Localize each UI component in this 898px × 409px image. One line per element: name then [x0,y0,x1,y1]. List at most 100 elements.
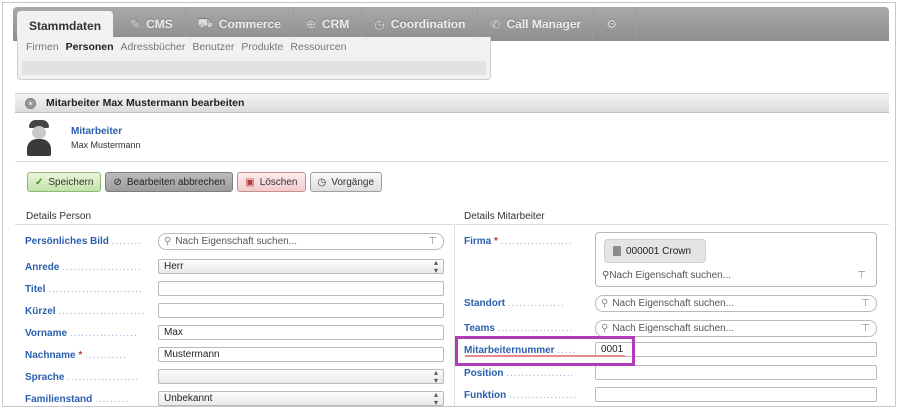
user-info: Mitarbeiter Max Mustermann [15,114,889,162]
trash-icon: ▣ [245,176,255,188]
standort-search-input[interactable]: ⚲ Nach Eigenschaft suchen... ⊤ [595,295,877,312]
firma-field[interactable]: 000001 Crown ⚲ Nach Eigenschaft suchen..… [595,232,877,287]
bild-search-placeholder: Nach Eigenschaft suchen... [175,236,298,247]
search-icon: ⚲ [164,236,172,247]
filter-icon[interactable]: ⊤ [857,270,866,281]
main-nav: Stammdaten ✎ CMS ⛟ Commerce ⊕ CRM ◷ Coordina… [13,7,889,41]
filter-icon[interactable]: ⊤ [861,298,870,309]
subnav-item-adressbuecher[interactable]: Adressbücher [121,41,186,53]
firma-search-input[interactable]: ⚲ Nach Eigenschaft suchen... ⊤ [602,268,870,282]
tab-call-manager[interactable]: ✆ Call Manager [478,7,595,41]
subnav-item-benutzer[interactable]: Benutzer [192,41,234,53]
tab-crm-label: CRM [321,17,350,31]
label-nachname: Nachname * ........... [25,350,127,361]
kuerzel-input[interactable] [158,303,444,318]
subnav-item-firmen[interactable]: Firmen [26,41,59,53]
titel-input[interactable] [158,281,444,296]
panel-header: Mitarbeiter Max Mustermann bearbeiten [15,93,889,113]
clock-icon: ◷ [317,176,327,188]
cart-icon: ⛟ [197,16,213,30]
phone-icon: ✆ [490,17,501,31]
label-standort: Standort ............... [464,298,565,309]
subnav-item-ressourcen[interactable]: Ressourcen [290,41,346,53]
label-sprache: Sprache ................... [25,372,140,383]
tab-cms-label: CMS [146,17,173,31]
label-titel: Titel ......................... [25,284,143,295]
nachname-value: Mustermann [164,349,220,360]
tab-commerce[interactable]: ⛟ Commerce [186,7,294,41]
avatar [25,118,53,156]
panel-title: Mitarbeiter Max Mustermann bearbeiten [46,97,245,109]
cancel-edit-button[interactable]: ⊘ Bearbeiten abbrechen [105,172,234,192]
vorname-input[interactable]: Max [158,325,444,340]
firma-chip[interactable]: 000001 Crown [604,239,706,263]
label-bild: Persönliches Bild ........ [25,236,142,247]
edit-icon: ✎ [130,17,141,31]
standort-search-placeholder: Nach Eigenschaft suchen... [612,298,735,309]
cancel-edit-button-label: Bearbeiten abbrechen [126,176,226,188]
tab-coordination[interactable]: ◷ Coordination [362,7,479,41]
action-toolbar: ✓ Speichern ⊘ Bearbeiten abbrechen ▣ Lösche… [27,172,383,192]
tab-stammdaten-label: Stammdaten [29,19,102,33]
filter-icon[interactable]: ⊤ [428,236,437,247]
tab-call-manager-label: Call Manager [506,17,582,31]
nachname-input[interactable]: Mustermann [158,347,444,362]
save-button[interactable]: ✓ Speichern [27,172,102,192]
divider [455,224,889,225]
familienstand-value: Unbekannt [164,393,213,404]
label-anrede: Anrede ..................... [25,262,142,273]
app-frame: Stammdaten ✎ CMS ⛟ Commerce ⊕ CRM ◷ Coordina… [2,2,896,407]
check-icon: ✓ [35,176,44,188]
user-name: Max Mustermann [71,140,141,150]
user-role[interactable]: Mitarbeiter [71,126,122,137]
section-title-person: Details Person [26,211,92,222]
search-icon: ⚲ [602,269,610,281]
firma-chip-label: 000001 Crown [626,245,692,257]
gear-icon: ⚙ [606,17,617,31]
highlight-box [455,336,635,366]
label-firma: Firma * ................... [464,236,573,247]
search-icon: ⚲ [601,323,609,334]
firma-search-placeholder: Nach Eigenschaft suchen... [609,269,732,281]
subnav-item-produkte[interactable]: Produkte [241,41,283,53]
tab-settings[interactable]: ⚙ [594,7,636,41]
sprache-select[interactable]: ▴ ▾ [158,368,444,384]
cancel-icon: ⊘ [113,176,122,188]
divider [15,224,453,225]
bild-search-input[interactable]: ⚲ Nach Eigenschaft suchen... ⊤ [158,233,444,250]
teams-search-placeholder: Nach Eigenschaft suchen... [612,323,735,334]
processes-button[interactable]: ◷ Vorgänge [309,172,383,192]
select-arrows-icon: ▴ ▾ [433,257,438,275]
filter-icon[interactable]: ⊤ [861,323,870,334]
collapse-icon[interactable] [25,97,36,109]
label-funktion: Funktion .................. [464,390,578,401]
tab-crm[interactable]: ⊕ CRM [294,7,363,41]
label-familienstand: Familienstand ......... [25,394,130,405]
mitarbeiternummer-input[interactable]: 0001 [595,342,877,357]
subnav-item-personen[interactable]: Personen [66,41,114,53]
section-title-employee: Details Mitarbeiter [464,211,545,222]
anrede-select[interactable]: Herr ▴ ▾ [158,257,444,275]
tab-cms[interactable]: ✎ CMS [118,7,186,41]
processes-button-label: Vorgänge [331,176,375,188]
label-kuerzel: Kürzel ....................... [25,306,146,317]
teams-search-input[interactable]: ⚲ Nach Eigenschaft suchen... ⊤ [595,320,877,337]
anrede-value: Herr [164,261,184,272]
select-arrows-icon: ▴ ▾ [433,389,438,407]
delete-button-label: Löschen [259,176,298,188]
search-icon: ⚲ [601,298,609,309]
label-position: Position .................. [464,368,575,379]
subnav-bar [22,61,486,75]
save-button-label: Speichern [48,176,94,188]
funktion-input[interactable] [595,387,877,402]
clock-icon: ◷ [374,17,385,31]
delete-button[interactable]: ▣ Löschen [237,172,306,192]
tab-commerce-label: Commerce [218,17,281,31]
label-teams: Teams .................... [464,323,574,334]
sub-nav: Firmen Personen Adressbücher Benutzer Pr… [17,37,491,80]
label-vorname: Vorname .................. [25,328,138,339]
position-input[interactable] [595,365,877,380]
vorname-value: Max [164,327,183,338]
column-divider [454,224,455,406]
familienstand-select[interactable]: Unbekannt ▴ ▾ [158,389,444,407]
